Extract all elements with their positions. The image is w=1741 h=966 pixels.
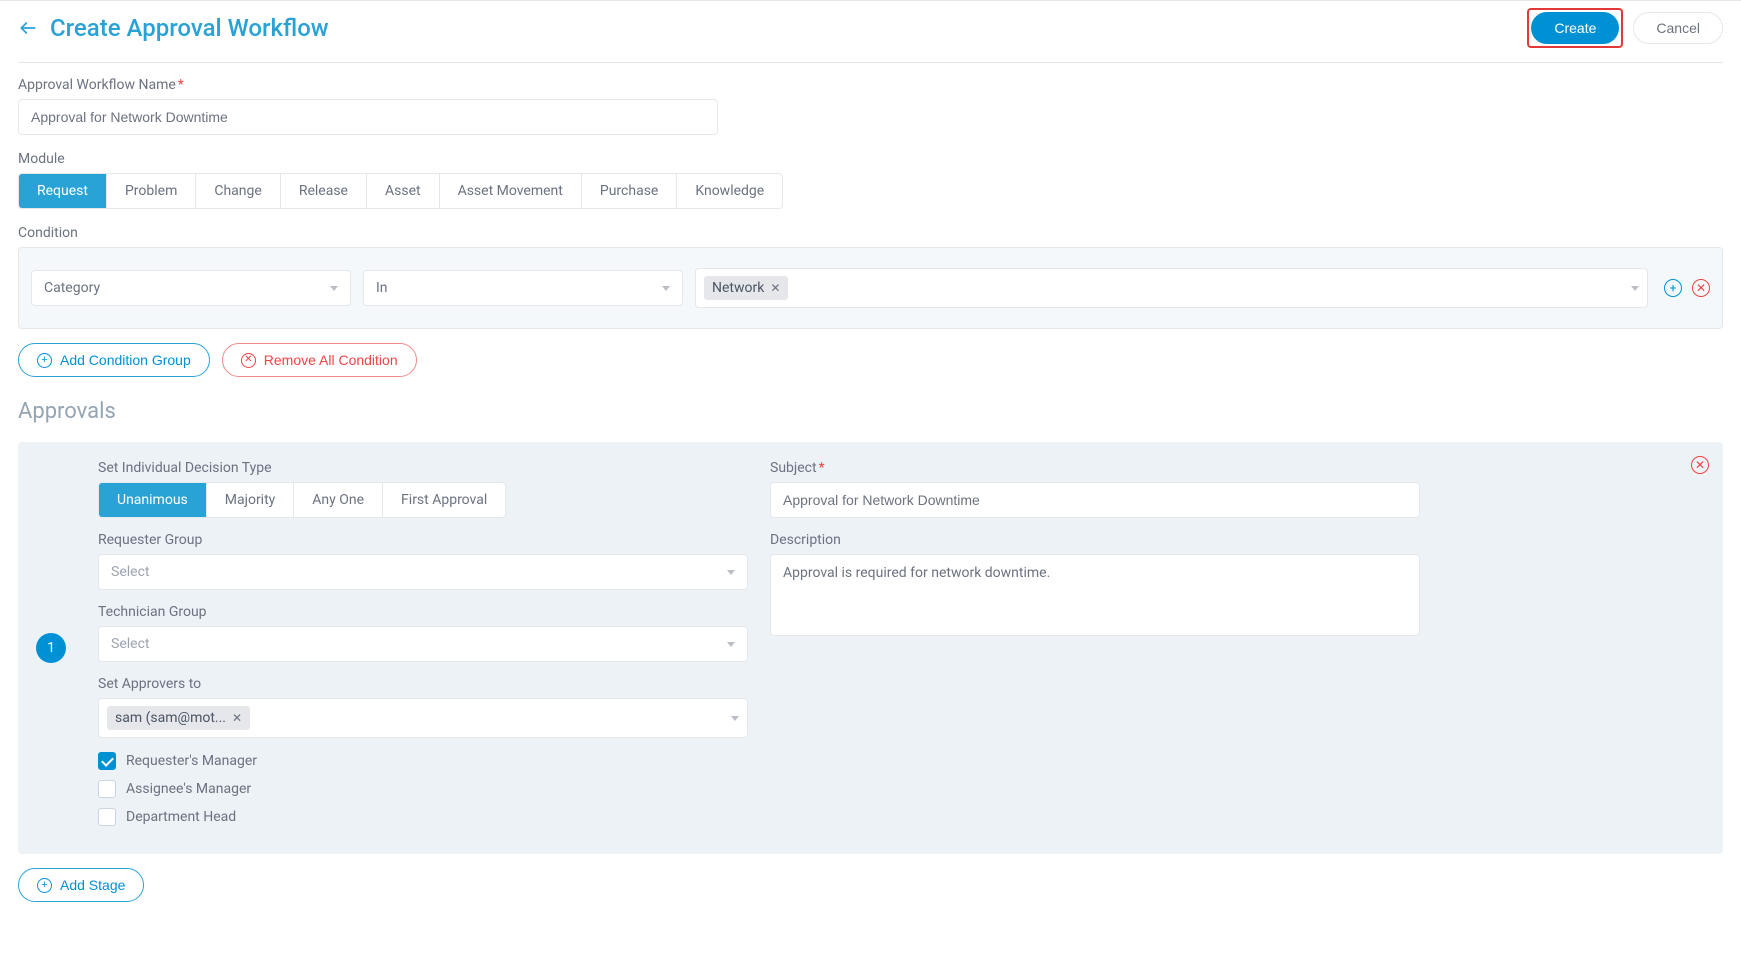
tab-knowledge[interactable]: Knowledge <box>677 174 782 208</box>
chk-assignee-manager[interactable]: Assignee's Manager <box>98 780 748 798</box>
chevron-down-icon <box>330 286 338 291</box>
tab-purchase[interactable]: Purchase <box>582 174 677 208</box>
condition-operator-select[interactable]: In <box>363 270 683 306</box>
technician-group-select[interactable]: Select <box>98 626 748 662</box>
chevron-down-icon <box>727 642 735 647</box>
approval-stage: 1 Set Individual Decision Type Unanimous… <box>18 442 1723 854</box>
tab-asset-movement[interactable]: Asset Movement <box>440 174 582 208</box>
module-tabs: Request Problem Change Release Asset Ass… <box>18 173 783 209</box>
x-circle-icon: ✕ <box>241 353 256 368</box>
description-label: Description <box>770 532 1420 548</box>
requester-group-label: Requester Group <box>98 532 748 548</box>
approvers-label: Set Approvers to <box>98 676 748 692</box>
tab-release[interactable]: Release <box>281 174 367 208</box>
description-textarea[interactable] <box>770 554 1420 636</box>
chk-label: Assignee's Manager <box>126 781 251 797</box>
page-header: Create Approval Workflow Create Cancel <box>18 0 1723 63</box>
remove-condition-icon[interactable]: ✕ <box>1692 279 1710 297</box>
technician-group-label: Technician Group <box>98 604 748 620</box>
remove-all-condition-button[interactable]: ✕ Remove All Condition <box>222 343 417 377</box>
chevron-down-icon <box>662 286 670 291</box>
plus-circle-icon: + <box>37 878 52 893</box>
workflow-name-input[interactable] <box>18 99 718 135</box>
chevron-down-icon <box>731 716 739 721</box>
subject-label: Subject* <box>770 460 1420 476</box>
decision-type-label: Set Individual Decision Type <box>98 460 748 476</box>
create-highlight: Create <box>1527 8 1623 48</box>
tab-request[interactable]: Request <box>19 174 107 208</box>
checkbox-icon <box>98 752 116 770</box>
tab-change[interactable]: Change <box>196 174 280 208</box>
tab-asset[interactable]: Asset <box>367 174 440 208</box>
chevron-down-icon <box>1631 286 1639 291</box>
condition-row: Category In Network ✕ + ✕ <box>18 247 1723 329</box>
tab-majority[interactable]: Majority <box>207 483 295 517</box>
create-button[interactable]: Create <box>1531 12 1619 44</box>
chk-label: Requester's Manager <box>126 753 257 769</box>
workflow-name-label: Approval Workflow Name* <box>18 77 1723 93</box>
stage-number-badge: 1 <box>36 633 66 663</box>
remove-stage-icon[interactable]: ✕ <box>1691 456 1709 474</box>
chk-department-head[interactable]: Department Head <box>98 808 748 826</box>
tab-any-one[interactable]: Any One <box>294 483 383 517</box>
decision-tabs: Unanimous Majority Any One First Approva… <box>98 482 506 518</box>
condition-field-select[interactable]: Category <box>31 270 351 306</box>
plus-circle-icon: + <box>37 353 52 368</box>
back-arrow-icon[interactable] <box>18 18 38 38</box>
tag-close-icon[interactable]: ✕ <box>770 281 780 295</box>
chevron-down-icon <box>727 570 735 575</box>
checkbox-icon <box>98 780 116 798</box>
tab-first-approval[interactable]: First Approval <box>383 483 505 517</box>
add-condition-icon[interactable]: + <box>1664 279 1682 297</box>
chk-requester-manager[interactable]: Requester's Manager <box>98 752 748 770</box>
add-stage-button[interactable]: + Add Stage <box>18 868 144 902</box>
tab-unanimous[interactable]: Unanimous <box>99 483 207 517</box>
cancel-button[interactable]: Cancel <box>1633 12 1723 44</box>
add-condition-group-button[interactable]: + Add Condition Group <box>18 343 210 377</box>
chk-label: Department Head <box>126 809 236 825</box>
condition-label: Condition <box>18 225 1723 241</box>
approver-tag: sam (sam@mot... ✕ <box>107 706 250 730</box>
approvers-select[interactable]: sam (sam@mot... ✕ <box>98 698 748 738</box>
module-label: Module <box>18 151 1723 167</box>
condition-value-tag: Network ✕ <box>704 276 788 300</box>
approvals-title: Approvals <box>18 399 1723 424</box>
requester-group-select[interactable]: Select <box>98 554 748 590</box>
tab-problem[interactable]: Problem <box>107 174 196 208</box>
tag-close-icon[interactable]: ✕ <box>232 711 242 725</box>
page-title: Create Approval Workflow <box>50 14 329 42</box>
subject-input[interactable] <box>770 482 1420 518</box>
condition-value-field[interactable]: Network ✕ <box>695 268 1648 308</box>
checkbox-icon <box>98 808 116 826</box>
